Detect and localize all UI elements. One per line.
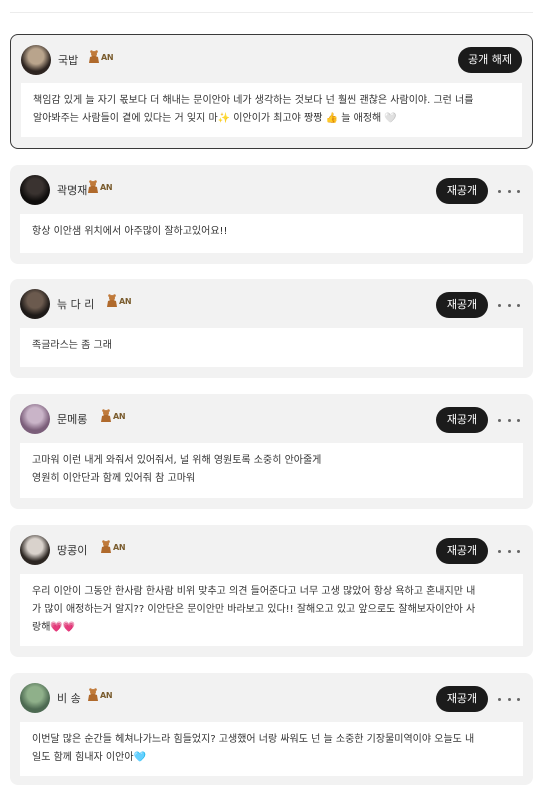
commenter-name: 비 송 [57,692,81,705]
avatar[interactable] [20,175,50,205]
comment-card: 문메롱 AN 재공개 고마워 이런 내게 와줘서 있어줘서, 널 위해 영원토록… [10,394,533,509]
commenter-name: 늒 다 리 [57,298,95,311]
member-badge: AN [106,293,132,309]
more-options-icon[interactable] [498,544,520,558]
message-line: 랑해💗💗 [32,622,76,633]
avatar[interactable] [20,683,50,713]
badge-label: AN [113,542,126,552]
member-badge: AN [88,49,114,65]
comment-message: 책임감 있게 늘 자기 몫보다 더 해내는 문이안아 네가 생각하는 것보다 넌… [21,83,522,137]
avatar[interactable] [20,289,50,319]
more-options-icon[interactable] [498,298,520,312]
message-line: 가 많이 애정하는거 알지?? 이안단은 문이안만 바라보고 있다!! 잘해오고… [32,604,476,615]
message-line: 알아봐주는 사람들이 곁에 있다는 거 잊지 마✨ 이안이가 최고야 짱짱 👍 … [33,113,397,124]
member-badge: AN [100,539,126,555]
comment-message: 항상 이안샘 위치에서 아주많이 잘하고있어요!! [20,214,523,253]
comment-message: 이번달 많은 순간들 헤쳐나가느라 힘들었지? 고생했어 너랑 싸워도 넌 늘 … [20,722,523,776]
comment-card: 땅콩이 AN 재공개 우리 이안이 그동안 한사람 한사람 비위 맞추고 의견 … [10,525,533,657]
unpublish-button[interactable]: 공개 해제 [458,47,522,73]
commenter-name: 문메롱 [57,413,88,426]
message-line: 책임감 있게 늘 자기 몫보다 더 해내는 문이안아 네가 생각하는 것보다 넌… [33,95,474,106]
message-line: 영원히 이안단과 함께 있어줘 참 고마워 [32,473,196,484]
member-badge: AN [87,687,113,703]
bear-icon [107,294,117,307]
badge-label: AN [100,690,113,700]
republish-button[interactable]: 재공개 [436,292,488,318]
comment-message: 우리 이안이 그동안 한사람 한사람 비위 맞추고 의견 들어준다고 너무 고생… [20,574,523,646]
bear-icon [101,540,111,553]
bear-icon [88,180,98,193]
message-line: 이번달 많은 순간들 헤쳐나가느라 힘들었지? 고생했어 너랑 싸워도 넌 늘 … [32,734,475,745]
badge-label: AN [101,52,114,62]
bear-icon [101,409,111,422]
avatar[interactable] [20,404,50,434]
commenter-name: 국밥 [58,54,79,67]
member-badge: AN [87,179,113,195]
message-line: 일도 함께 힘내자 이안아🩵 [32,752,146,763]
bear-icon [89,50,99,63]
badge-label: AN [113,411,126,421]
member-badge: AN [100,408,126,424]
more-options-icon[interactable] [498,184,520,198]
top-divider [10,12,533,13]
comment-card: 곽명재 AN 재공개 항상 이안샘 위치에서 아주많이 잘하고있어요!! [10,165,533,264]
comment-card: 국밥 AN 공개 해제 책임감 있게 늘 자기 몫보다 더 해내는 문이안아 네… [10,34,533,149]
republish-button[interactable]: 재공개 [436,686,488,712]
comment-message: 고마워 이런 내게 와줘서 있어줘서, 널 위해 영원토록 소중히 안아줄게 영… [20,443,523,498]
commenter-name: 곽명재 [57,184,88,197]
bear-icon [88,688,98,701]
comment-card: 늒 다 리 AN 재공개 족글라스는 좀 그래 [10,279,533,378]
republish-button[interactable]: 재공개 [436,407,488,433]
republish-button[interactable]: 재공개 [436,178,488,204]
republish-button[interactable]: 재공개 [436,538,488,564]
commenter-name: 땅콩이 [57,544,88,557]
badge-label: AN [119,296,132,306]
comment-message: 족글라스는 좀 그래 [20,328,523,367]
message-line: 고마워 이런 내게 와줘서 있어줘서, 널 위해 영원토록 소중히 안아줄게 [32,455,322,466]
avatar[interactable] [21,45,51,75]
more-options-icon[interactable] [498,692,520,706]
badge-label: AN [100,182,113,192]
message-line: 족글라스는 좀 그래 [32,340,112,351]
avatar[interactable] [20,535,50,565]
comment-card: 비 송 AN 재공개 이번달 많은 순간들 헤쳐나가느라 힘들었지? 고생했어 … [10,673,533,785]
message-line: 항상 이안샘 위치에서 아주많이 잘하고있어요!! [32,226,228,237]
more-options-icon[interactable] [498,413,520,427]
message-line: 우리 이안이 그동안 한사람 한사람 비위 맞추고 의견 들어준다고 너무 고생… [32,586,476,597]
